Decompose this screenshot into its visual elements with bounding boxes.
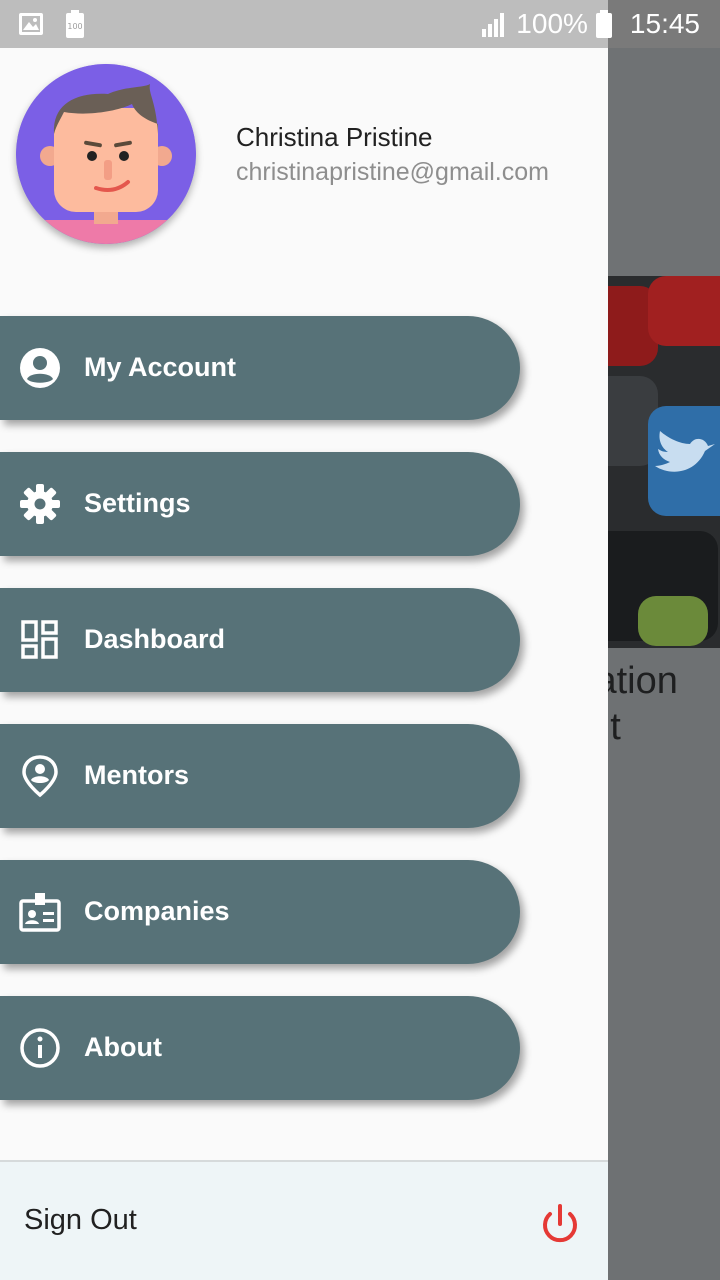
gear-icon: [20, 484, 60, 524]
navigation-drawer: Christina Pristine christinapristine@gma…: [0, 48, 608, 1280]
signal-icon: [482, 13, 505, 37]
menu-item-companies[interactable]: Companies: [0, 860, 520, 964]
user-email: christinapristine@gmail.com: [236, 158, 549, 186]
background-photo: [608, 276, 720, 648]
account-circle-icon: [20, 348, 60, 388]
battery-badge-text: 100: [67, 22, 82, 31]
location-person-icon: [22, 755, 58, 798]
sign-out-button[interactable]: Sign Out: [0, 1160, 608, 1280]
id-badge-icon: [19, 893, 61, 932]
menu-item-about[interactable]: About: [0, 996, 520, 1100]
background-appbar: [608, 48, 720, 276]
menu-item-my-account[interactable]: My Account: [0, 316, 520, 420]
power-icon[interactable]: [538, 1202, 582, 1246]
status-bar: 100 100% 15:45: [0, 0, 720, 48]
menu-item-label: Companies: [84, 896, 230, 926]
clock: 15:45: [629, 8, 700, 39]
menu-item-label: Mentors: [84, 760, 190, 790]
status-right: 100% 15:45: [482, 0, 700, 48]
battery-percent: 100%: [516, 8, 588, 39]
bird-logo-icon: [655, 431, 715, 472]
menu-item-label: Dashboard: [84, 624, 226, 654]
notification-icons: 100: [18, 10, 84, 38]
sign-out-label: Sign Out: [24, 1204, 137, 1236]
dashboard-icon: [21, 620, 58, 659]
user-name: Christina Pristine: [236, 122, 433, 152]
menu-item-label: Settings: [84, 488, 191, 518]
battery-icon: [595, 10, 612, 38]
menu-item-label: About: [84, 1032, 162, 1062]
background-title: ication ent: [608, 660, 678, 748]
avatar[interactable]: [16, 64, 196, 244]
info-icon: [20, 1028, 60, 1068]
cartoon-avatar: [16, 64, 196, 244]
image-icon: [19, 13, 43, 35]
battery-100-icon: 100: [66, 10, 84, 38]
menu-item-settings[interactable]: Settings: [0, 452, 520, 556]
menu-item-mentors[interactable]: Mentors: [0, 724, 520, 828]
menu-item-label: My Account: [84, 352, 237, 382]
menu-item-dashboard[interactable]: Dashboard: [0, 588, 520, 692]
background-app[interactable]: ication ent: [608, 48, 720, 1280]
